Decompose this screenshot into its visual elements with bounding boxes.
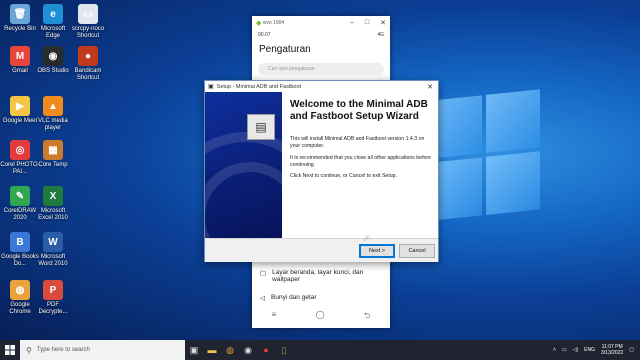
corel-photo-icon: ◎: [10, 140, 30, 160]
clock-date: 3/13/2022: [601, 350, 624, 356]
setup-button-bar: Next > Cancel: [205, 238, 438, 262]
close-icon[interactable]: ✕: [380, 19, 386, 27]
phone-search-placeholder: Cari opsi pengaturan: [268, 66, 315, 72]
home-screen-icon: ▢: [260, 270, 267, 277]
installer-logo-icon: ▤: [247, 114, 275, 140]
desktop-icon[interactable]: ▭ scrcpy-noco Shortcut: [68, 4, 108, 40]
desktop-icon-label: Core Temp: [38, 162, 68, 168]
phone-taskbar-icon[interactable]: ▯: [275, 340, 293, 360]
desktop-icon[interactable]: e Microsoft Edge: [33, 4, 73, 40]
recycle-bin-icon: 🗑: [10, 4, 30, 24]
phone-status-bar: 00.07 4G: [252, 30, 390, 40]
windows-logo-wallpaper: [430, 89, 540, 231]
settings-row-label: Bunyi dan getar: [271, 294, 317, 301]
volume-icon[interactable]: ◁): [573, 347, 579, 353]
shortcut-icon: ▭: [78, 4, 98, 24]
mouse-cursor-icon: ➚: [363, 233, 371, 243]
desktop-icon[interactable]: ◉ OBS Studio: [33, 46, 73, 75]
maximize-icon[interactable]: □: [365, 19, 369, 27]
desktop-icon[interactable]: W Microsoft Word 2010: [33, 232, 73, 268]
record-taskbar-icon[interactable]: ●: [257, 340, 275, 360]
setup-wizard-dialog[interactable]: ▣ Setup - Minimal ADB and Fastboot ✕ ▤ W…: [204, 80, 439, 262]
setup-paragraph-install: This will install Minimal ADB and Fastbo…: [290, 136, 425, 149]
setup-app-icon: ▣: [208, 84, 214, 90]
phone-search-input[interactable]: Cari opsi pengaturan: [258, 63, 384, 75]
desktop-icon[interactable]: P PDF Decrypte...: [33, 280, 73, 316]
android-icon: ◆: [256, 20, 262, 27]
desktop-icon-label: scrcpy-noco Shortcut: [71, 26, 105, 39]
desktop-icon[interactable]: X Microsoft Excel 2010: [33, 186, 73, 222]
setup-titlebar[interactable]: ▣ Setup - Minimal ADB and Fastboot ✕: [205, 81, 438, 92]
taskbar: ⚲ Type here to search ▣ ▬ ◍ ◉ ● ▯ ˄ ▭ ◁)…: [0, 340, 640, 360]
desktop-icon-label: Microsoft Excel 2010: [38, 208, 68, 221]
search-icon: ⚲: [26, 345, 32, 355]
vlc-icon: ▲: [43, 96, 63, 116]
phone-titlebar[interactable]: ◆ vivo 1904 – □ ✕: [252, 16, 390, 30]
settings-row-label: Layar beranda, layar kunci, dan wallpape…: [272, 269, 364, 283]
minimize-icon[interactable]: –: [350, 19, 354, 27]
file-explorer-icon[interactable]: ▬: [203, 340, 221, 360]
language-indicator[interactable]: ENG: [584, 347, 595, 353]
desktop-icon[interactable]: ● Bandicam Shortcut: [68, 46, 108, 82]
system-tray: ˄ ▭ ◁) ENG 11:07 PM 3/13/2022 ▢: [553, 344, 640, 356]
start-button[interactable]: [0, 340, 20, 360]
desktop-icon[interactable]: ▲ VLC media player: [33, 96, 73, 132]
obs-icon: ◉: [43, 46, 63, 66]
phone-window-title: vivo 1904: [262, 20, 285, 26]
phone-nav-bar: ≡ ◯ ⮌: [252, 310, 390, 324]
edge-icon: e: [43, 4, 63, 24]
setup-paragraph-recommend: It is recommended that you close all oth…: [290, 155, 432, 168]
coreldraw-icon: ✎: [10, 186, 30, 206]
notification-icon[interactable]: ▢: [629, 347, 634, 353]
word-icon: W: [43, 232, 63, 252]
setup-paragraph-next: Click Next to continue, or Cancel to exi…: [290, 173, 397, 179]
google-books-icon: B: [10, 232, 30, 252]
settings-row-sound[interactable]: ◁ Bunyi dan getar: [260, 294, 317, 302]
back-nav-icon[interactable]: ⮌: [364, 310, 370, 324]
phone-page-title: Pengaturan: [259, 44, 311, 55]
clock[interactable]: 11:07 PM 3/13/2022: [601, 344, 623, 356]
close-icon[interactable]: ✕: [422, 83, 438, 91]
sound-icon: ◁: [260, 295, 265, 302]
meet-icon: ▶: [10, 96, 30, 116]
setup-content-panel: Welcome to the Minimal ADB and Fastboot …: [282, 92, 438, 238]
network-icon[interactable]: ▭: [562, 347, 567, 353]
gmail-icon: M: [10, 46, 30, 66]
cancel-button[interactable]: Cancel: [399, 244, 435, 258]
menu-nav-icon[interactable]: ≡: [272, 310, 277, 324]
desktop-icon-label: VLC media player: [38, 118, 68, 131]
desktop-icon-label: PDF Decrypte...: [38, 302, 68, 315]
desktop-icon-label: Microsoft Word 2010: [38, 254, 68, 267]
excel-icon: X: [43, 186, 63, 206]
chrome-taskbar-icon[interactable]: ◍: [221, 340, 239, 360]
desktop-icon[interactable]: ▦ Core Temp: [33, 140, 73, 169]
home-nav-icon[interactable]: ◯: [316, 310, 325, 324]
taskbar-search-placeholder: Type here to search: [36, 347, 90, 353]
core-temp-icon: ▦: [43, 140, 63, 160]
task-view-icon[interactable]: ▣: [185, 340, 203, 360]
windows-start-icon: [5, 345, 15, 355]
bandicam-icon: ●: [78, 46, 98, 66]
desktop-icon-label: Bandicam Shortcut: [74, 68, 102, 81]
desktop-icon-label: OBS Studio: [37, 68, 69, 74]
pdf-icon: P: [43, 280, 63, 300]
settings-row-home-screen[interactable]: ▢ Layar beranda, layar kunci, dan wallpa…: [260, 269, 372, 283]
phone-status-time: 00.07: [258, 32, 271, 38]
taskbar-search-input[interactable]: ⚲ Type here to search: [20, 340, 185, 360]
setup-heading: Welcome to the Minimal ADB and Fastboot …: [290, 99, 428, 122]
next-button[interactable]: Next >: [359, 244, 395, 258]
chrome-icon: ◍: [10, 280, 30, 300]
setup-banner-image: ▤: [205, 92, 282, 238]
obs-taskbar-icon[interactable]: ◉: [239, 340, 257, 360]
setup-window-title: Setup - Minimal ADB and Fastboot: [216, 83, 302, 90]
desktop-icon-label: Microsoft Edge: [40, 26, 66, 39]
phone-status-signal: 4G: [377, 32, 384, 38]
chevron-up-icon[interactable]: ˄: [553, 347, 556, 353]
